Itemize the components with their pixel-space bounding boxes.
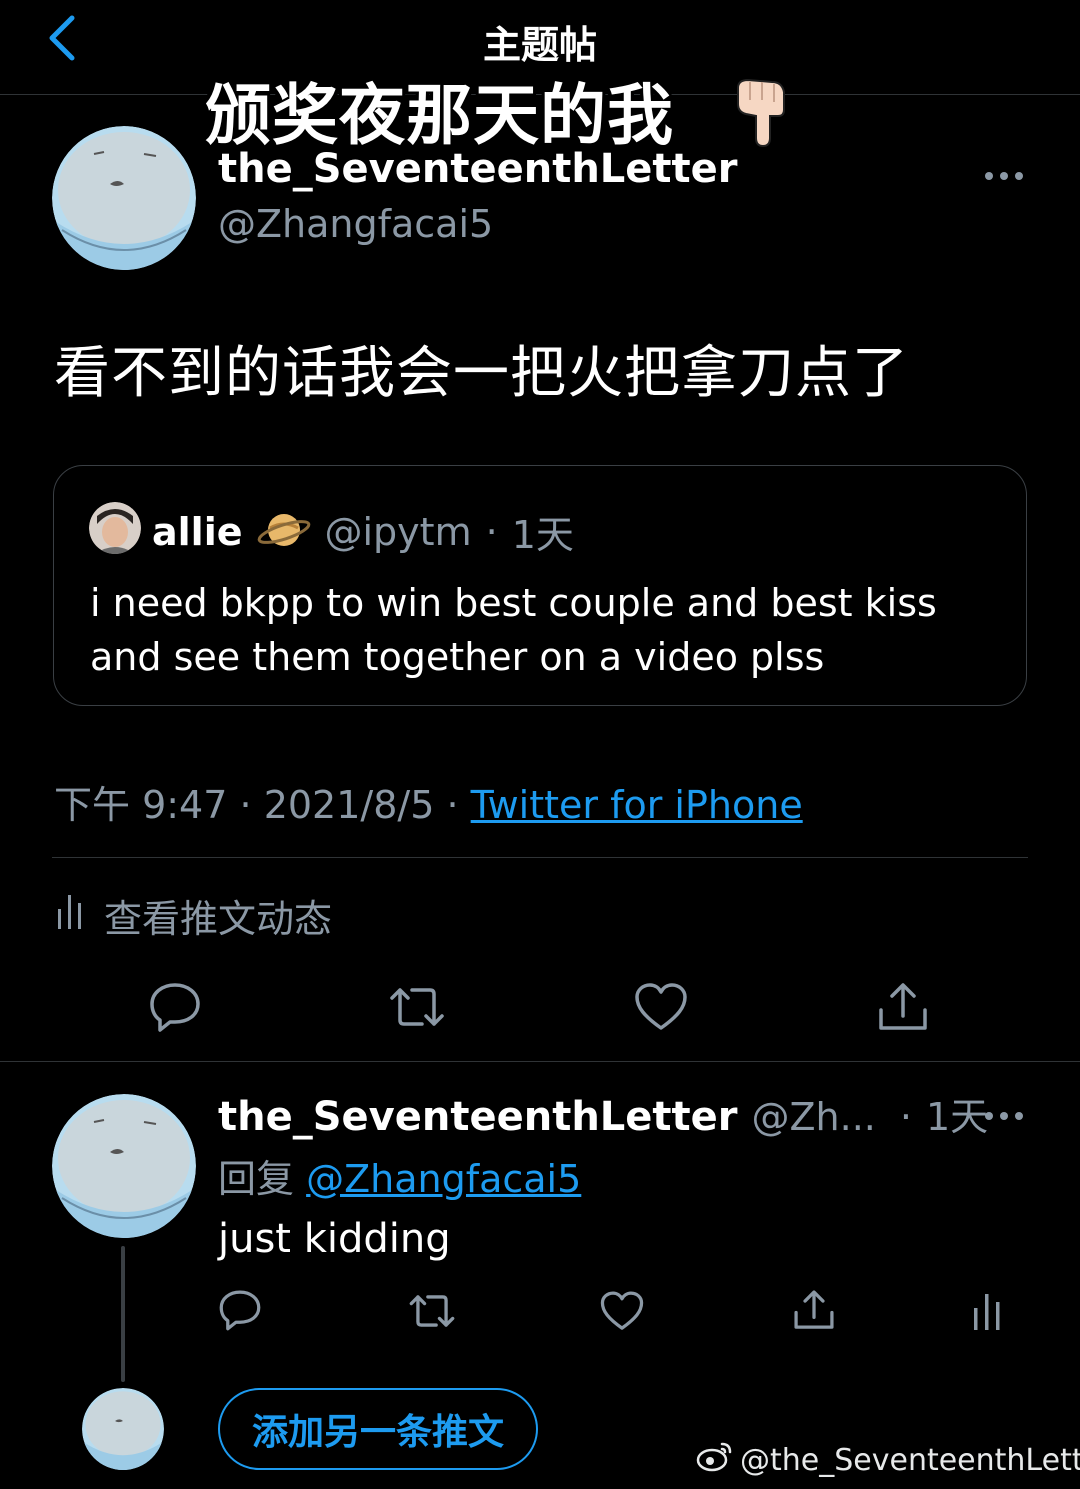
quote-separator: · [485, 509, 498, 554]
author-display-name[interactable]: the_SeventeenthLetter [218, 146, 738, 192]
more-options-icon[interactable] [984, 166, 1024, 180]
reply-display-name[interactable]: the_SeventeenthLetter [218, 1094, 738, 1140]
replying-to: 回复 @Zhangfacai5 [218, 1148, 581, 1203]
ringed-planet-icon [257, 506, 311, 558]
author-handle[interactable]: @Zhangfacai5 [218, 202, 493, 246]
timestamp-separator: · [239, 783, 252, 827]
quote-text: i need bkpp to win best couple and best … [90, 581, 937, 679]
quote-author-avatar [89, 502, 141, 554]
source-link[interactable]: Twitter for iPhone [471, 783, 803, 827]
timestamp-time: 下午 9:47 [54, 783, 228, 827]
view-tweet-activity[interactable]: 查看推文动态 [56, 888, 332, 943]
overlay-caption: 颁奖夜那天的我 [205, 77, 674, 154]
quote-header: allie @ipytm · 1天 [152, 504, 574, 559]
heart-icon[interactable] [634, 982, 688, 1032]
retweet-icon[interactable] [388, 982, 446, 1032]
analytics-label: 查看推文动态 [104, 897, 333, 941]
analytics-icon[interactable] [972, 1290, 1002, 1332]
reply-age: 1天 [925, 1095, 989, 1139]
reply-mention-link[interactable]: @Zhangfacai5 [306, 1157, 581, 1201]
divider [0, 1061, 1080, 1062]
quote-author-handle: @ipytm [324, 509, 472, 554]
watermark-text: @the_SeventeenthLetter [740, 1442, 1080, 1478]
timestamp-separator: · [446, 783, 459, 827]
thread-line [121, 1246, 125, 1382]
tweet-text: 看不到的话我会一把火把拿刀点了 [54, 341, 909, 406]
reply-handle[interactable]: @Zh... [752, 1095, 876, 1139]
quote-author-name: allie [152, 509, 243, 554]
page-title: 主题帖 [482, 23, 597, 67]
more-options-icon[interactable] [984, 1106, 1024, 1120]
avatar[interactable] [52, 126, 196, 270]
reply-icon[interactable] [218, 1288, 262, 1332]
quote-age: 1天 [511, 513, 574, 557]
reply-icon[interactable] [148, 980, 202, 1034]
reply-avatar[interactable] [52, 1094, 196, 1238]
composer-avatar [82, 1388, 164, 1470]
reply-header: the_SeventeenthLetter @Zh... · 1天 [218, 1086, 988, 1141]
heart-icon[interactable] [600, 1290, 644, 1332]
reply-separator: · [899, 1095, 912, 1139]
tweet-timestamp: 下午 9:47 · 2021/8/5 · Twitter for iPhone [54, 774, 803, 829]
share-icon[interactable] [876, 980, 930, 1034]
watermark: @the_SeventeenthLetter [696, 1440, 1080, 1480]
analytics-icon [56, 891, 84, 940]
add-another-tweet-button[interactable]: 添加另一条推文 [218, 1388, 538, 1470]
pointing-down-hand-icon [732, 76, 798, 148]
timestamp-date: 2021/8/5 [263, 783, 435, 827]
divider [52, 857, 1028, 858]
reply-text: just kidding [218, 1216, 451, 1262]
retweet-icon[interactable] [408, 1290, 456, 1332]
reply-prefix: 回复 [218, 1157, 295, 1201]
share-icon[interactable] [792, 1288, 836, 1332]
weibo-logo-icon [696, 1440, 734, 1480]
